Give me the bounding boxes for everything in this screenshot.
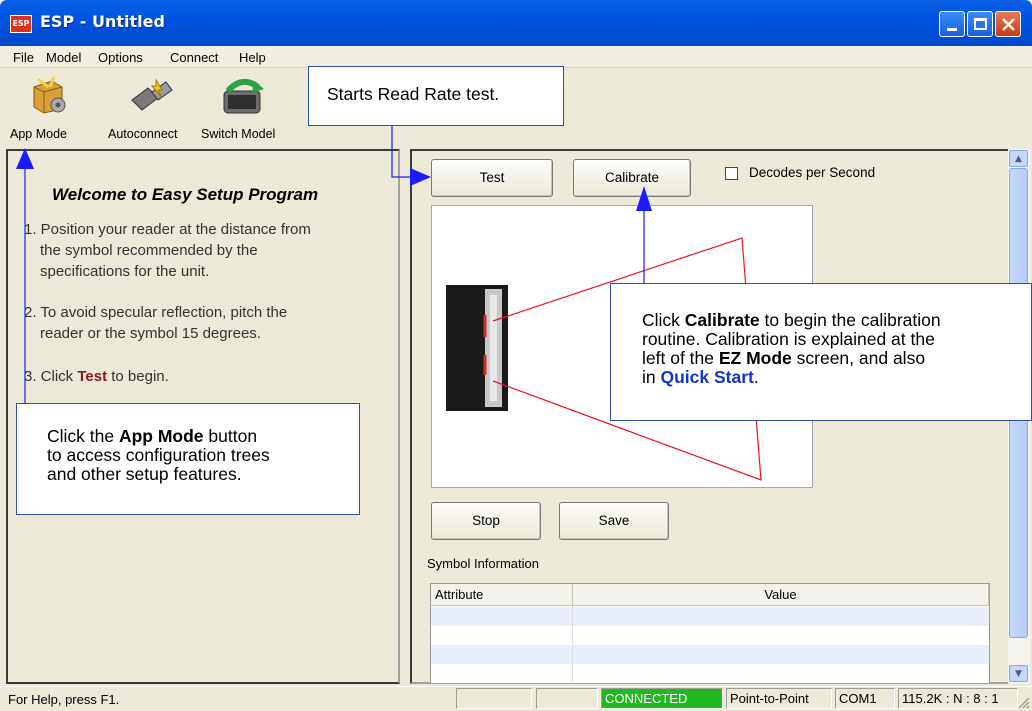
minimize-button[interactable] (939, 11, 965, 37)
close-icon (1002, 18, 1015, 31)
menu-connect[interactable]: Connect (170, 50, 218, 65)
status-pane-empty-2 (536, 688, 598, 709)
step-3: 3. Click Test to begin. (24, 366, 169, 387)
switch-model-label: Switch Model (201, 127, 276, 141)
status-mode: Point-to-Point (726, 688, 832, 709)
scroll-up-arrow-icon[interactable]: ▲ (1009, 150, 1028, 167)
menu-help[interactable]: Help (239, 50, 266, 65)
switch-model-button[interactable]: Switch Model (200, 72, 288, 146)
autoconnect-button[interactable]: Autoconnect (108, 72, 190, 146)
app-mode-callout-line-1: Click the App Mode button (47, 426, 258, 446)
welcome-heading: Welcome to Easy Setup Program (52, 185, 319, 204)
scroll-down-arrow-icon[interactable]: ▼ (1009, 665, 1028, 682)
read-rate-callout: Starts Read Rate test. (308, 66, 564, 126)
column-divider (572, 606, 573, 682)
app-mode-icon (33, 76, 66, 114)
status-settings: 115.2K : N : 8 : 1 (898, 688, 1018, 709)
resize-grip-icon[interactable] (1016, 695, 1030, 709)
table-row[interactable] (431, 626, 989, 645)
step-2-line-2: reader or the symbol 15 degrees. (40, 325, 261, 342)
status-pane-empty-1 (456, 688, 532, 709)
calibrate-callout: Click Calibrate to begin the calibration… (610, 283, 1032, 421)
step-3-suffix: to begin. (107, 368, 169, 385)
quick-start-link[interactable]: Quick Start (660, 367, 753, 387)
step-1-line-2: the symbol recommended by the (40, 242, 258, 259)
step-2-line-1: 2. To avoid specular reflection, pitch t… (24, 304, 288, 321)
autoconnect-label: Autoconnect (108, 127, 178, 141)
close-button[interactable] (995, 11, 1021, 37)
decodes-label: Decodes per Second (749, 165, 876, 180)
maximize-button[interactable] (967, 11, 993, 37)
symbol-table: Attribute Value (430, 583, 990, 683)
window-title: ESP - Untitled (40, 12, 165, 31)
menu-options[interactable]: Options (98, 50, 143, 65)
app-mode-callout: Click the App Mode button to access conf… (16, 403, 360, 515)
switch-model-icon (223, 78, 264, 114)
read-rate-callout-text: Starts Read Rate test. (327, 84, 500, 104)
test-button[interactable]: Test (431, 159, 553, 197)
calibrate-callout-line-4: in Quick Start. (642, 367, 759, 387)
status-connected: CONNECTED (601, 688, 723, 709)
decodes-checkbox[interactable] (725, 167, 738, 180)
calibrate-callout-line-1: Click Calibrate to begin the calibration (642, 310, 941, 330)
stop-button[interactable]: Stop (431, 502, 541, 540)
autoconnect-icon (131, 78, 173, 111)
symbol-information-label: Symbol Information (427, 556, 539, 571)
menu-model[interactable]: Model (46, 50, 81, 65)
step-1-line-1: 1. Position your reader at the distance … (24, 221, 311, 238)
menu-file[interactable]: File (13, 50, 34, 65)
minimize-icon (947, 28, 957, 31)
status-help-text: For Help, press F1. (8, 692, 120, 707)
table-row[interactable] (431, 607, 989, 626)
calibrate-button[interactable]: Calibrate (573, 159, 691, 197)
table-row[interactable] (431, 664, 989, 683)
app-mode-callout-line-2: to access configuration trees (47, 445, 270, 465)
calibrate-callout-line-3: left of the EZ Mode screen, and also (642, 348, 926, 368)
table-row[interactable] (431, 645, 989, 664)
app-mode-button[interactable]: App Mode (8, 72, 83, 146)
column-header-value[interactable]: Value (573, 584, 989, 606)
step-3-prefix: 3. Click (24, 368, 78, 385)
step-1-line-3: specifications for the unit. (40, 263, 210, 280)
column-header-attribute[interactable]: Attribute (431, 584, 573, 606)
app-mode-label: App Mode (10, 127, 67, 141)
step-3-test-link: Test (77, 368, 108, 385)
status-port: COM1 (835, 688, 895, 709)
app-icon: ESP (10, 15, 32, 33)
calibrate-callout-line-2: routine. Calibration is explained at the (642, 329, 935, 349)
app-mode-callout-line-3: and other setup features. (47, 464, 242, 484)
menu-bar (0, 46, 1032, 68)
maximize-icon (974, 18, 987, 30)
save-button[interactable]: Save (559, 502, 669, 540)
